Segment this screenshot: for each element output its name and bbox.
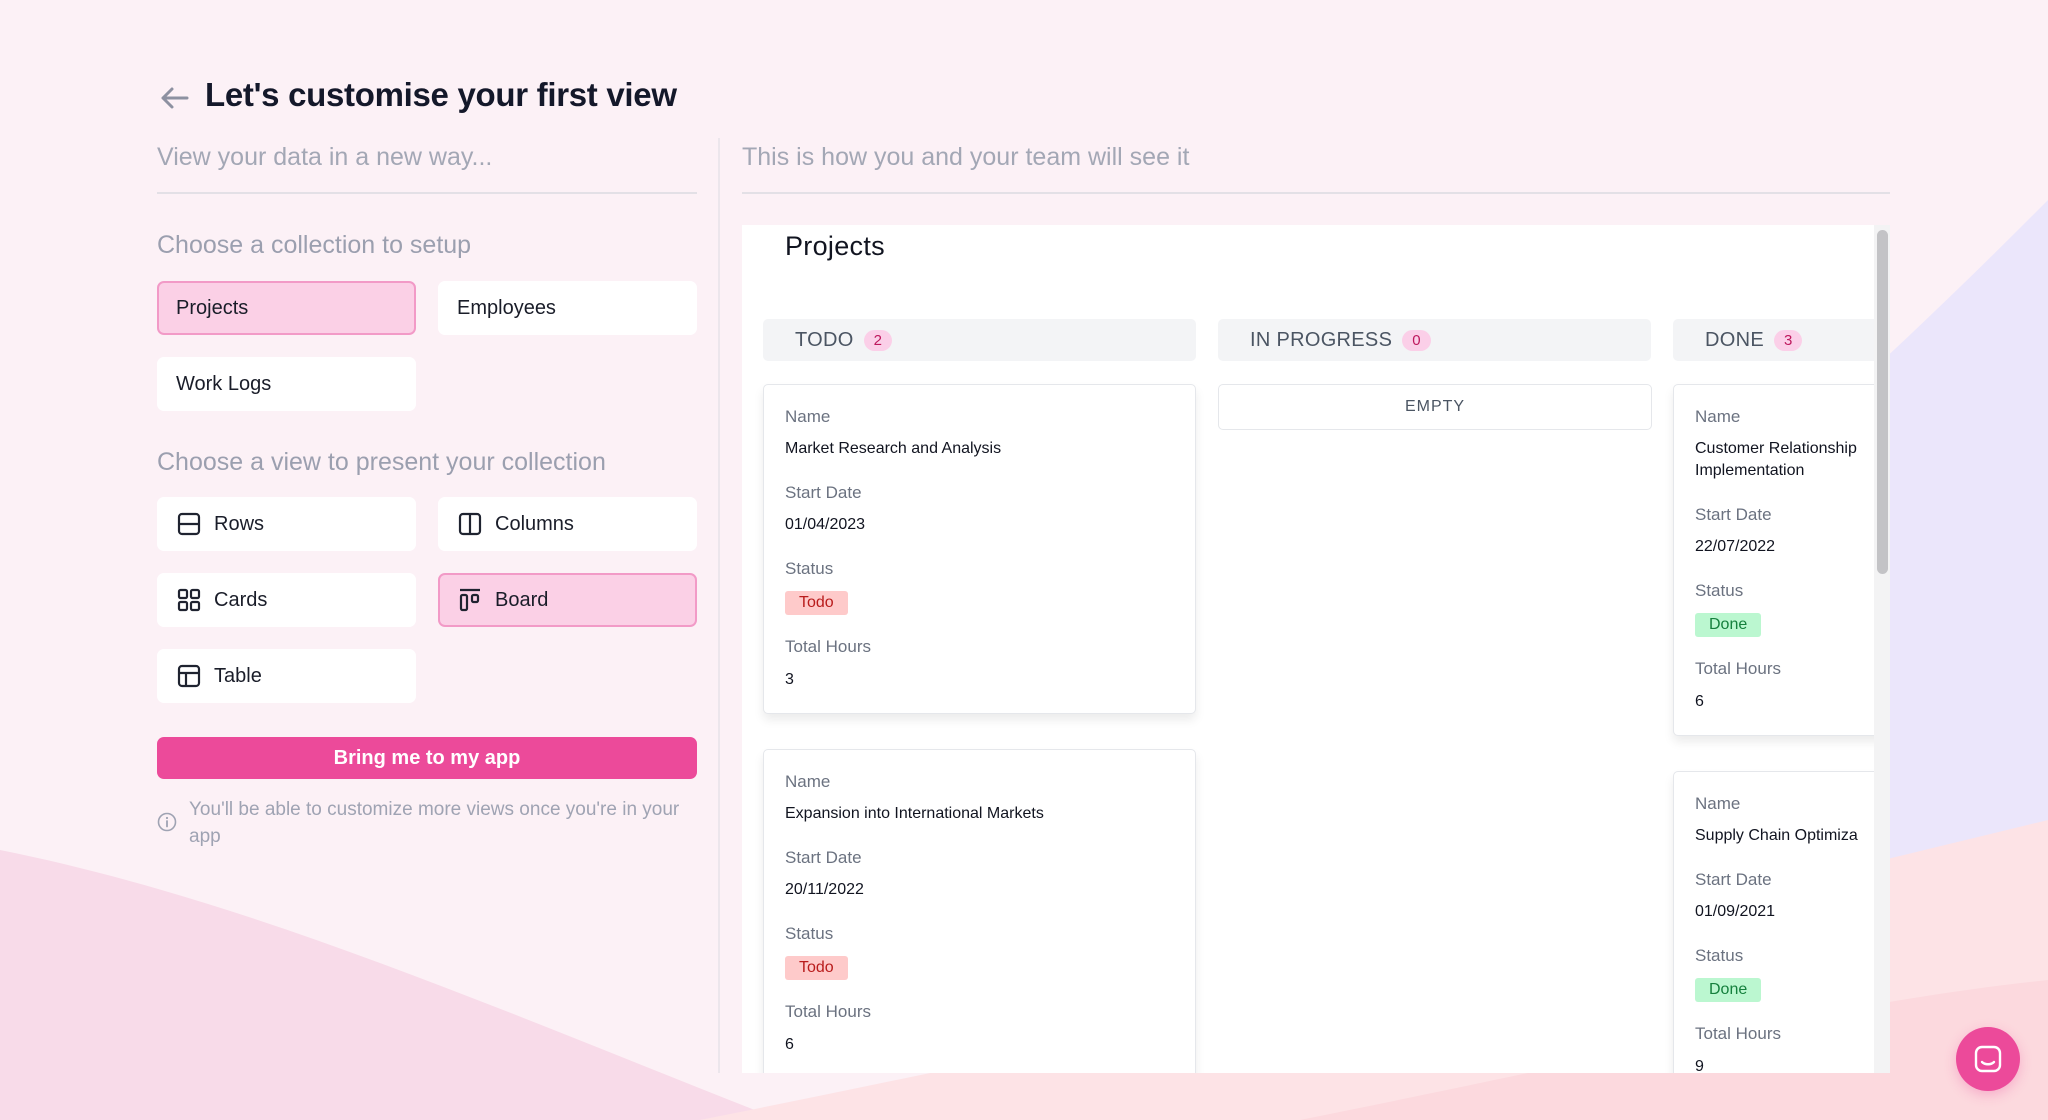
card-total-hours: 6: [785, 1036, 794, 1053]
column-count-badge: 3: [1773, 329, 1803, 351]
grid-icon: [176, 587, 202, 613]
field-label: Status: [1695, 946, 1744, 965]
field-label: Status: [785, 559, 834, 578]
collection-employees-label: Employees: [457, 296, 556, 319]
card-total-hours: 9: [1695, 1058, 1704, 1073]
field-label: Status: [785, 924, 834, 943]
right-divider: [742, 192, 1890, 194]
rows-icon: [176, 511, 202, 537]
view-table[interactable]: Table: [157, 649, 416, 703]
card-name: Market Research and Analysis: [785, 440, 1002, 457]
field-label: Start Date: [785, 848, 862, 867]
card-start-date: 20/11/2022: [785, 881, 864, 898]
preview-title: Projects: [785, 231, 885, 261]
column-header-done: DONE 3: [1673, 319, 1890, 361]
view-table-label: Table: [214, 664, 262, 687]
collection-work-logs[interactable]: Work Logs: [157, 357, 416, 411]
view-cards[interactable]: Cards: [157, 573, 416, 627]
card-total-hours: 3: [785, 671, 794, 688]
card-name: Customer Relationship Implementation: [1695, 440, 1857, 479]
card-total-hours: 6: [1695, 693, 1704, 710]
arrow-left-icon: [161, 87, 189, 109]
right-subtitle: This is how you and your team will see i…: [742, 143, 1190, 171]
board-preview: Projects TODO 2 IN PROGRESS 0 DONE 3 EMP…: [742, 225, 1890, 1073]
page-title: Let's customise your first view: [205, 76, 677, 113]
column-count-badge: 0: [1402, 329, 1431, 351]
status-badge: Todo: [785, 956, 848, 980]
board-card[interactable]: Name Customer Relationship Implementatio…: [1673, 384, 1890, 736]
columns-icon: [457, 511, 483, 537]
bring-me-to-app-button[interactable]: Bring me to my app: [157, 737, 697, 779]
view-board[interactable]: Board: [438, 573, 697, 627]
preview-scrollbar[interactable]: [1874, 225, 1890, 1073]
status-badge: Done: [1695, 613, 1762, 637]
view-rows[interactable]: Rows: [157, 497, 416, 551]
card-start-date: 01/04/2023: [785, 516, 866, 533]
field-label: Status: [1695, 581, 1744, 600]
board-card[interactable]: Name Expansion into International Market…: [763, 749, 1196, 1073]
collection-projects[interactable]: Projects: [157, 281, 416, 335]
left-subtitle: View your data in a new way...: [157, 143, 493, 171]
card-name: Supply Chain Optimiza: [1695, 827, 1858, 844]
chat-launcher-button[interactable]: [1956, 1027, 2020, 1091]
status-badge: Done: [1695, 978, 1762, 1002]
column-header-label: DONE: [1705, 328, 1764, 351]
table-icon: [176, 663, 202, 689]
customize-note: You'll be able to customize more views o…: [189, 799, 680, 847]
card-start-date: 01/09/2021: [1695, 903, 1776, 920]
chat-icon: [1974, 1045, 2002, 1073]
field-label: Start Date: [1695, 505, 1772, 524]
left-divider: [157, 192, 697, 194]
collection-employees[interactable]: Employees: [438, 281, 697, 335]
collection-section-label: Choose a collection to setup: [157, 231, 472, 259]
field-label: Total Hours: [785, 637, 871, 656]
panel-divider: [718, 138, 720, 1073]
column-header-in-progress: IN PROGRESS 0: [1218, 319, 1651, 361]
back-button[interactable]: [156, 80, 192, 116]
view-section-label: Choose a view to present your collection: [157, 448, 606, 476]
field-label: Total Hours: [1695, 659, 1781, 678]
column-count-badge: 2: [863, 329, 892, 351]
field-label: Name: [1695, 407, 1741, 426]
field-label: Name: [785, 772, 831, 791]
empty-column-placeholder: EMPTY: [1218, 384, 1652, 430]
card-start-date: 22/07/2022: [1695, 538, 1776, 555]
field-label: Total Hours: [785, 1002, 871, 1021]
field-label: Name: [785, 407, 831, 426]
board-card[interactable]: Name Market Research and Analysis Start …: [763, 384, 1196, 714]
field-label: Total Hours: [1695, 1024, 1781, 1043]
board-card[interactable]: Name Supply Chain Optimiza Start Date 01…: [1673, 771, 1890, 1073]
column-header-label: TODO: [795, 328, 854, 351]
view-rows-label: Rows: [214, 512, 265, 535]
field-label: Start Date: [1695, 870, 1772, 889]
view-cards-label: Cards: [214, 588, 268, 611]
kanban-icon: [457, 587, 483, 613]
column-header-todo: TODO 2: [763, 319, 1196, 361]
collection-work-logs-label: Work Logs: [176, 372, 272, 395]
column-header-label: IN PROGRESS: [1250, 328, 1393, 351]
view-columns-label: Columns: [495, 512, 574, 535]
status-badge: Todo: [785, 591, 848, 615]
field-label: Start Date: [785, 483, 862, 502]
card-name: Expansion into International Markets: [785, 805, 1044, 822]
scrollbar-thumb[interactable]: [1877, 230, 1888, 574]
field-label: Name: [1695, 794, 1741, 813]
main-layout: Let's customise your first view View you…: [0, 0, 2048, 1120]
view-columns[interactable]: Columns: [438, 497, 697, 551]
view-board-label: Board: [495, 588, 549, 611]
collection-projects-label: Projects: [176, 296, 249, 319]
info-icon: [157, 812, 177, 832]
